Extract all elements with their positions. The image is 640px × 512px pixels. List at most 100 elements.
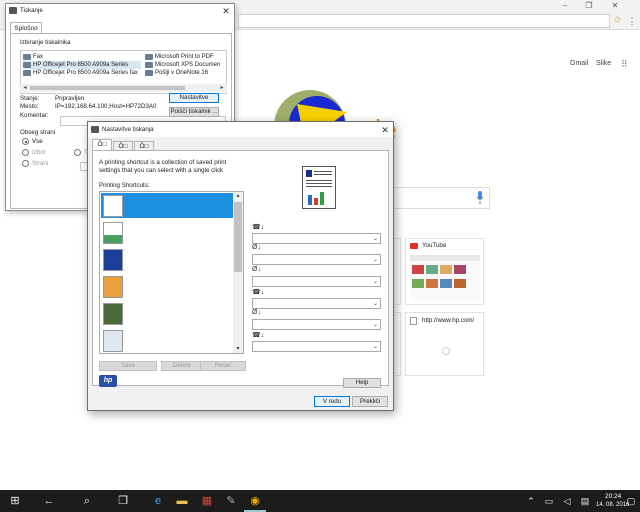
back-arrow-icon[interactable]: ← (38, 490, 60, 512)
start-windows-icon[interactable]: ⊞ (4, 490, 26, 512)
file-explorer-icon[interactable]: ▬ (171, 490, 193, 512)
shortcut-photo-icon (103, 303, 123, 325)
shortcut-item[interactable] (101, 247, 234, 272)
option-dropdown[interactable]: ⌄ (252, 233, 381, 244)
printer-item[interactable]: Microsoft XPS Documen (145, 61, 220, 69)
google-search-input[interactable] (390, 187, 490, 209)
hp-logo: hp (99, 375, 117, 387)
page-preview-icon (302, 166, 336, 209)
gmail-link[interactable]: Gmail (570, 60, 588, 67)
printer-group-label: Izbiranje tiskalnika (20, 39, 71, 46)
scrollbar-thumb[interactable] (234, 202, 242, 272)
most-visited-tile-youtube[interactable]: YouTube (405, 238, 484, 305)
status-label: Stanje: (20, 95, 40, 102)
option-label: ☎↓ (252, 332, 265, 339)
scroll-up-icon[interactable]: ▴ (233, 192, 243, 200)
fax-icon (23, 70, 31, 76)
ok-button[interactable]: V redu (314, 396, 350, 407)
printer-icon (145, 70, 153, 76)
shortcut-general-icon (103, 195, 123, 217)
app-icon[interactable]: ✎ (220, 490, 242, 512)
range-all-radio[interactable] (22, 138, 29, 145)
shortcut-item[interactable] (101, 220, 234, 245)
chevron-down-icon: ⌄ (372, 279, 378, 285)
printing-shortcuts-list[interactable] (99, 191, 244, 354)
range-all-label: Vse (32, 138, 43, 145)
most-visited-tile-hp[interactable]: http://www.hp.com/ (405, 312, 484, 376)
edge-browser-icon[interactable]: e (147, 490, 169, 512)
chevron-down-icon: ⌄ (372, 257, 378, 263)
range-pages-radio[interactable] (22, 160, 29, 167)
printer-icon (145, 62, 153, 68)
printer-item[interactable]: HP Officejet Pro 8500 A909a Series fax (23, 69, 138, 77)
option-dropdown[interactable]: ⌄ (252, 319, 381, 330)
microphone-icon[interactable] (476, 191, 484, 204)
location-value: IP=192.168.64.100,Host=HP72D3A0 (55, 103, 157, 110)
task-view-icon[interactable]: ❐ (112, 490, 134, 512)
app-icon[interactable]: ▦ (196, 490, 218, 512)
preferences-button[interactable]: Nastavitve (169, 93, 219, 103)
printer-item[interactable]: Pošlji v OneNote 16 (145, 69, 208, 77)
range-pages-label: Strani (32, 160, 49, 167)
apps-grid-icon[interactable]: ⠿ (621, 59, 631, 69)
clock-time[interactable]: 20:24 (605, 493, 621, 500)
preferences-titlebar: Nastavitve tiskanja (88, 122, 393, 137)
print-close-icon[interactable]: ✕ (220, 5, 232, 17)
delete-button[interactable]: Delete (161, 361, 203, 371)
comment-label: Komentar: (20, 112, 49, 119)
printer-item[interactable]: Microsoft Print to PDF (145, 53, 214, 61)
option-label: ☎↓ (252, 224, 265, 231)
address-bar[interactable] (238, 14, 610, 28)
most-visited-tile-partial[interactable] (393, 312, 401, 376)
page-icon (410, 317, 417, 325)
scrollbar-thumb[interactable] (30, 86, 185, 90)
chrome-browser-icon[interactable]: ◉ (244, 490, 266, 512)
preferences-title: Nastavitve tiskanja (102, 126, 154, 133)
printer-item[interactable]: Fax (23, 53, 43, 61)
browser-menu-icon[interactable]: ⋮ (627, 14, 637, 28)
option-dropdown[interactable]: ⌄ (252, 341, 381, 352)
minimize-icon[interactable]: – (556, 1, 574, 11)
shortcut-item-selected[interactable] (101, 193, 234, 218)
shortcuts-list-label: Printing Shortcuts: (99, 182, 150, 189)
printer-item-selected[interactable]: HP Officejet Pro 8500 A909a Series (23, 61, 141, 69)
option-dropdown[interactable]: ⌄ (252, 276, 381, 287)
youtube-icon (410, 243, 418, 249)
most-visited-tile-partial[interactable] (393, 238, 401, 305)
shortcut-item[interactable] (101, 301, 234, 326)
tile-title: YouTube (422, 242, 447, 249)
help-button[interactable]: Help (343, 378, 381, 388)
save-button[interactable]: Save (99, 361, 157, 371)
reset-button[interactable]: Reset (200, 361, 246, 371)
cancel-button[interactable]: Prekliči (352, 396, 388, 407)
printer-icon (23, 62, 31, 68)
status-value: Pripravljen (55, 95, 85, 102)
range-selection-radio[interactable] (22, 149, 29, 156)
chevron-down-icon: ⌄ (372, 301, 378, 307)
printing-preferences-dialog: Nastavitve tiskanja ✕ Ō□ Ō□ Ō□ A printin… (87, 121, 394, 411)
scroll-down-icon[interactable]: ▾ (233, 345, 243, 353)
shortcut-photo-icon (103, 276, 123, 298)
shortcut-description: A printing shortcut is a collection of s… (99, 159, 227, 174)
bookmark-star-icon[interactable]: ☆ (613, 14, 625, 28)
action-center-icon[interactable]: ▢ (620, 490, 640, 512)
find-printer-button[interactable]: Poišči tiskalnik ... (169, 107, 219, 117)
images-link[interactable]: Slike (596, 60, 611, 67)
maximize-icon[interactable]: ❐ (580, 1, 598, 11)
printer-icon (145, 54, 153, 60)
shortcut-item[interactable] (101, 274, 234, 299)
scroll-right-icon[interactable]: ▸ (217, 84, 227, 92)
range-current-radio[interactable] (74, 149, 81, 156)
search-icon[interactable]: ⌕ (76, 490, 98, 512)
shortcut-item[interactable] (101, 328, 234, 353)
chevron-down-icon: ⌄ (372, 322, 378, 328)
option-label: Ø↓ (252, 309, 261, 316)
option-dropdown[interactable]: ⌄ (252, 254, 381, 265)
preferences-close-icon[interactable]: ✕ (379, 124, 391, 136)
keyboard-icon[interactable]: ▤ (574, 490, 596, 512)
scroll-left-icon[interactable]: ◂ (20, 84, 30, 92)
option-dropdown[interactable]: ⌄ (252, 298, 381, 309)
chevron-down-icon: ⌄ (372, 344, 378, 350)
window-close-icon[interactable]: ✕ (606, 1, 624, 11)
page-range-label: Obseg strani (20, 129, 56, 136)
